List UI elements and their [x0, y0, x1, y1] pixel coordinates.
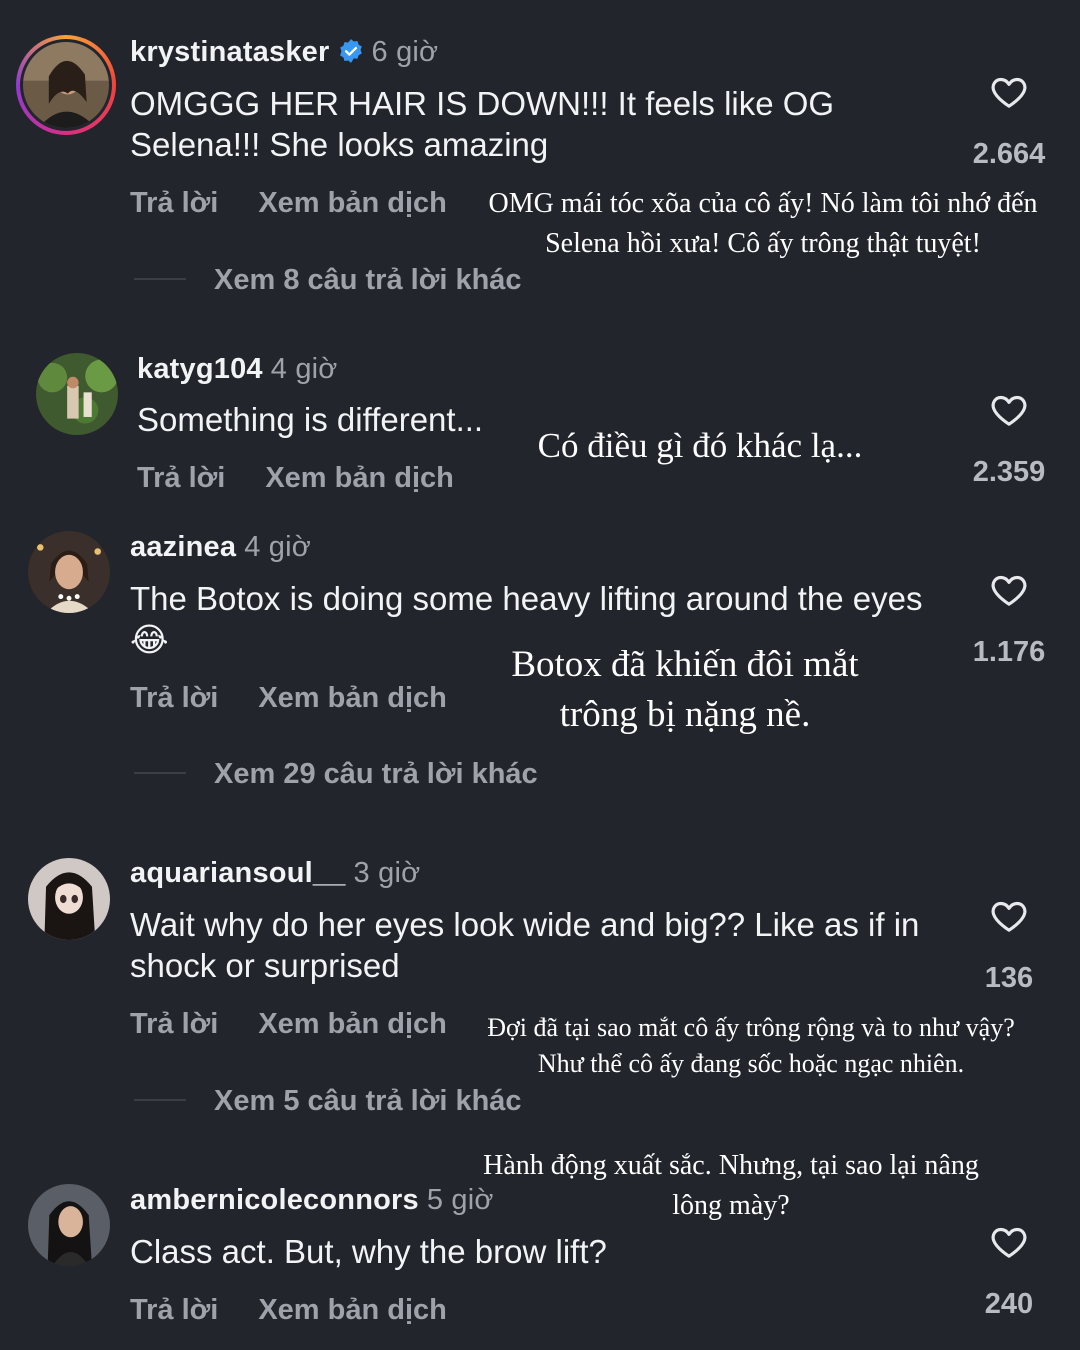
comment-text: OMGGG HER HAIR IS DOWN!!! It feels like …	[130, 85, 835, 163]
translation-line: Như thể cô ấy đang sốc hoặc ngạc nhiên.	[537, 1049, 965, 1078]
avatar[interactable]	[28, 531, 110, 613]
reply-button[interactable]: Trả lời	[130, 682, 218, 714]
username[interactable]: aazinea	[130, 531, 236, 563]
translation-line: lông mày?	[672, 1190, 790, 1221]
view-more-replies[interactable]: Xem 29 câu trả lời khác	[134, 758, 538, 791]
divider-line	[134, 772, 186, 774]
timestamp: 5 giờ	[426, 1184, 494, 1216]
translation-line: trông bị nặng nề.	[559, 694, 811, 735]
view-more-replies-label: Xem 5 câu trả lời khác	[214, 1085, 522, 1117]
translation-overlay: Có điều gì đó khác lạ...	[537, 426, 863, 465]
divider-line	[134, 1099, 186, 1101]
avatar[interactable]	[36, 353, 118, 435]
comment-text: Wait why do her eyes look wide and big??…	[130, 906, 920, 984]
heart-outline-icon[interactable]	[988, 390, 1030, 430]
see-translation-button[interactable]: Xem bản dịch	[258, 187, 447, 219]
like-count: 2.359	[972, 456, 1046, 488]
translation-overlay: Đợi đã tại sao mắt cô ấy trông rộng và t…	[462, 1010, 1040, 1082]
divider-line	[134, 278, 186, 280]
username[interactable]: aquariansoul__	[130, 857, 346, 889]
timestamp: 3 giờ	[353, 857, 421, 889]
heart-outline-icon[interactable]	[988, 896, 1030, 936]
timestamp: 4 giờ	[270, 353, 338, 385]
avatar-story-ring[interactable]	[16, 35, 116, 135]
translation-line: Botox đã khiến đôi mắt	[511, 644, 859, 685]
translation-overlay: Botox đã khiến đôi mắt trông bị nặng nề.	[470, 640, 900, 740]
like-count: 240	[984, 1288, 1034, 1320]
heart-outline-icon[interactable]	[988, 1222, 1030, 1262]
translation-line: Đợi đã tại sao mắt cô ấy trông rộng và t…	[487, 1013, 1015, 1042]
comment-text: Class act. But, why the brow lift?	[130, 1233, 607, 1270]
heart-outline-icon[interactable]	[988, 72, 1030, 112]
avatar[interactable]	[28, 1184, 110, 1266]
see-translation-button[interactable]: Xem bản dịch	[258, 1008, 447, 1040]
heart-outline-icon[interactable]	[988, 570, 1030, 610]
reply-button[interactable]: Trả lời	[130, 1008, 218, 1040]
username[interactable]: ambernicoleconnors	[130, 1184, 419, 1216]
translation-overlay: OMG mái tóc xõa của cô ấy! Nó làm tôi nh…	[488, 188, 1038, 259]
see-translation-button[interactable]: Xem bản dịch	[258, 682, 447, 714]
timestamp: 4 giờ	[244, 531, 311, 563]
view-more-replies-label: Xem 29 câu trả lời khác	[214, 758, 538, 790]
view-more-replies-label: Xem 8 câu trả lời khác	[214, 264, 522, 296]
like-count: 136	[984, 962, 1034, 994]
timestamp: 6 giờ	[371, 36, 439, 68]
username[interactable]: katyg104	[137, 353, 263, 385]
like-count: 1.176	[972, 636, 1046, 668]
comment-text: Something is different...	[137, 401, 484, 438]
see-translation-button[interactable]: Xem bản dịch	[258, 1294, 447, 1326]
translation-overlay: Hành động xuất sắc. Nhưng, tại sao lại n…	[462, 1146, 1000, 1226]
see-translation-button[interactable]: Xem bản dịch	[265, 462, 454, 494]
reply-button[interactable]: Trả lời	[137, 462, 225, 494]
view-more-replies[interactable]: Xem 8 câu trả lời khác	[134, 264, 522, 297]
reply-button[interactable]: Trả lời	[130, 187, 218, 219]
translation-line: Hành động xuất sắc. Nhưng, tại sao lại n…	[483, 1150, 979, 1181]
like-count: 2.664	[972, 138, 1046, 170]
view-more-replies[interactable]: Xem 5 câu trả lời khác	[134, 1085, 522, 1118]
avatar	[23, 42, 109, 128]
verified-badge-icon	[338, 38, 364, 72]
avatar[interactable]	[28, 858, 110, 940]
username[interactable]: krystinatasker	[130, 36, 330, 68]
reply-button[interactable]: Trả lời	[130, 1294, 218, 1326]
comments-screen: { "comments": [ { "username": "krystinat…	[0, 0, 1080, 1350]
